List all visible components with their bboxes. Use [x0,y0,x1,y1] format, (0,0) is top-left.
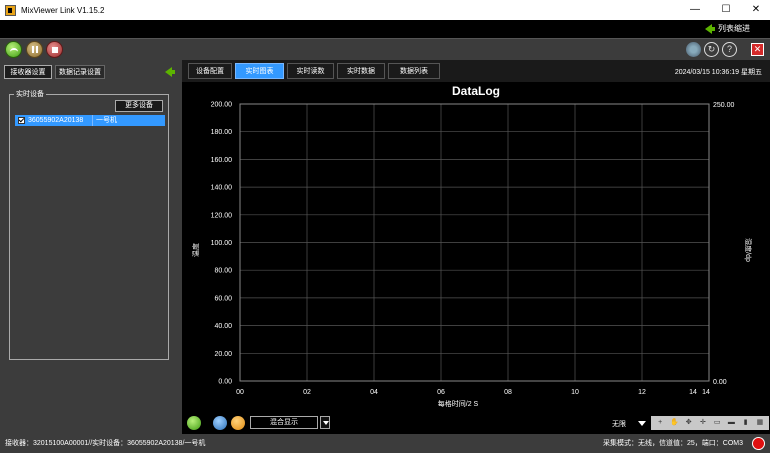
stop-button[interactable] [46,41,63,58]
display-mode-select[interactable]: 混合显示 [250,416,318,429]
status-left: 接收器：32015100A00001//实时设备：36055902A20138/… [5,440,206,447]
chart-bottom-bar: 混合显示 无限 + ✋ ✥ ✛ ▭ ▬ ▮ ▦ [182,412,770,434]
y-tick-label: 120.00 [211,212,233,219]
arrow-left-icon [705,23,715,34]
zoom-y-icon[interactable]: ▮ [742,419,750,427]
datalog-chart: 0.0020.0040.0060.0080.00100.00120.00140.… [191,102,753,409]
record-indicator-icon [752,437,765,450]
x-tick-label: 06 [437,389,445,396]
close-app-icon[interactable]: ✕ [751,43,764,56]
maximize-button[interactable]: ☐ [711,0,741,20]
x-tick-label: 08 [504,389,512,396]
header-row: 列表缩进 [0,20,770,38]
arrow-left-icon[interactable] [165,67,175,77]
app-logo-icon [5,4,16,16]
close-window-button[interactable]: ✕ [741,0,770,20]
save-icon[interactable] [213,416,227,430]
database-icon[interactable] [686,42,701,57]
y-tick-label: 160.00 [211,157,233,164]
y-tick-label: 180.00 [211,129,233,136]
limit-label: 无限 [612,421,626,428]
left-panel: 接收器设置 数据记录设置 实时设备 更多设备 36055902A20138 一号… [0,60,182,434]
y-tick-label: 200.00 [211,102,233,109]
device-id: 36055902A20138 [28,117,84,124]
chevron-down-icon[interactable] [320,416,330,429]
tab-data-record-settings[interactable]: 数据记录设置 [55,65,105,79]
y-tick-label: 0.00 [218,379,232,386]
zoom-box-icon[interactable]: ▭ [713,419,721,427]
status-bar: 接收器：32015100A00001//实时设备：36055902A20138/… [0,434,770,453]
tab-realtime-data[interactable]: 实时数据 [337,63,385,79]
more-devices-button[interactable]: 更多设备 [115,100,163,112]
datetime: 2024/03/15 10:36:19 星期五 [674,69,762,76]
y-tick-label: 60.00 [214,295,232,302]
pause-button[interactable] [26,41,43,58]
status-right: 采集模式：无线，信道值：25，端口：COM3 [602,440,743,447]
chart-grid [239,103,710,382]
limit-dropdown-icon[interactable] [638,421,646,426]
collapse-list-button[interactable]: 列表缩进 [705,23,750,34]
main-tab-bar: 设备配置 实时图表 实时读数 实时数据 数据列表 2024/03/15 10:3… [182,60,770,82]
x-ticks: 00 02 04 06 08 10 12 14 14 [236,389,710,396]
y-tick-label: 40.00 [214,323,232,330]
device-row[interactable]: 36055902A20138 一号机 [15,115,165,126]
y-tick-label: 140.00 [211,185,233,192]
x-tick-label: 04 [370,389,378,396]
x-tick-label: 10 [571,389,579,396]
y-tick-label: 100.00 [211,240,233,247]
tab-device-config[interactable]: 设备配置 [188,63,232,79]
tab-realtime-chart[interactable]: 实时图表 [235,63,284,79]
x-tick-label: 02 [303,389,311,396]
x-tick-label: 14 [702,389,710,396]
y-tick-label: 80.00 [214,268,232,275]
tab-realtime-readings[interactable]: 实时读数 [287,63,334,79]
help-icon[interactable]: ? [722,42,737,57]
y-axis-left-label: 温度 [191,243,200,257]
pan-hand-icon[interactable]: ✋ [670,419,679,427]
y-right-top-tick: 250.00 [713,102,735,109]
device-checkbox[interactable] [18,117,25,124]
y-axis-right-label: 湿度/dp [744,238,753,262]
x-axis-label: 每格时间/2 S [438,399,479,408]
tab-data-list[interactable]: 数据列表 [388,63,440,79]
y-left-ticks: 0.00 20.00 40.00 60.00 80.00 100.00 120.00 140.… [211,102,233,386]
y-right-bottom-tick: 0.00 [713,379,727,386]
device-name: 一号机 [92,115,117,126]
export-icon[interactable]: ▦ [756,419,764,427]
tab-receiver-settings[interactable]: 接收器设置 [4,65,52,79]
crosshair-icon[interactable]: ✛ [699,419,707,427]
chart-area: DataLog 0.00 20.00 40.00 60.00 80.00 100.00 12… [182,82,770,412]
chevron-down-icon[interactable] [187,416,201,430]
x-tick-label: 12 [638,389,646,396]
collapse-list-label: 列表缩进 [718,24,750,33]
minimize-button[interactable]: — [680,0,710,20]
x-tick-label: 14 [689,389,697,396]
zoom-in-icon[interactable]: + [656,419,664,427]
window-title: MixViewer Link V1.15.2 [21,5,105,15]
refresh-icon[interactable]: ↻ [704,42,719,57]
control-bar: ↻ ? ✕ [0,38,770,60]
move-icon[interactable]: ✥ [685,419,693,427]
start-button[interactable] [5,41,22,58]
settings-icon[interactable] [231,416,245,430]
realtime-devices-group: 实时设备 更多设备 36055902A20138 一号机 [9,89,169,360]
chart-tool-strip: + ✋ ✥ ✛ ▭ ▬ ▮ ▦ [651,416,769,430]
title-bar: MixViewer Link V1.15.2 — ☐ ✕ [0,0,770,20]
zoom-x-icon[interactable]: ▬ [727,419,735,427]
y-tick-label: 20.00 [214,351,232,358]
group-label: 实时设备 [14,89,46,99]
x-tick-label: 00 [236,389,244,396]
